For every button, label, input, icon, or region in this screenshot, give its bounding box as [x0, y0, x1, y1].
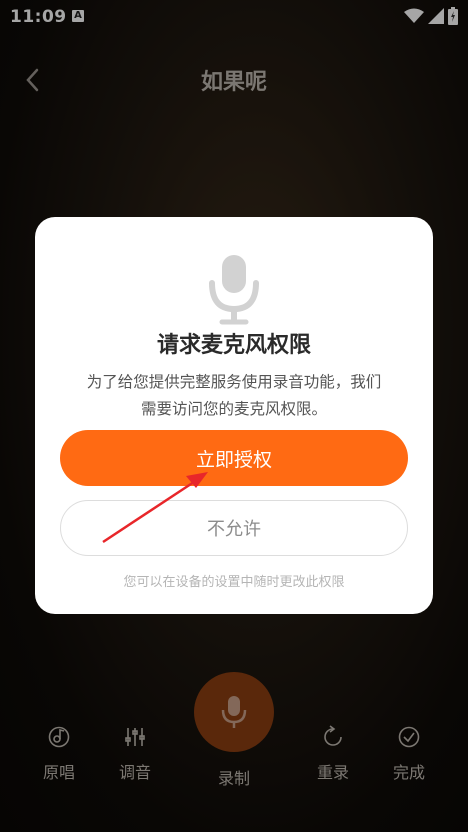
dialog-description: 为了给您提供完整服务使用录音功能，我们 需要访问您的麦克风权限。: [65, 369, 403, 423]
dialog-description-line: 为了给您提供完整服务使用录音功能，我们: [86, 373, 382, 391]
permission-dialog: 请求麦克风权限 为了给您提供完整服务使用录音功能，我们 需要访问您的麦克风权限。…: [35, 217, 433, 614]
deny-button[interactable]: 不允许: [60, 500, 408, 556]
allow-button[interactable]: 立即授权: [60, 430, 408, 486]
dialog-description-line: 需要访问您的麦克风权限。: [140, 400, 327, 418]
dialog-title: 请求麦克风权限: [156, 333, 311, 358]
microphone-icon: [209, 255, 259, 325]
dialog-hint: 您可以在设备的设置中随时更改此权限: [123, 575, 345, 590]
